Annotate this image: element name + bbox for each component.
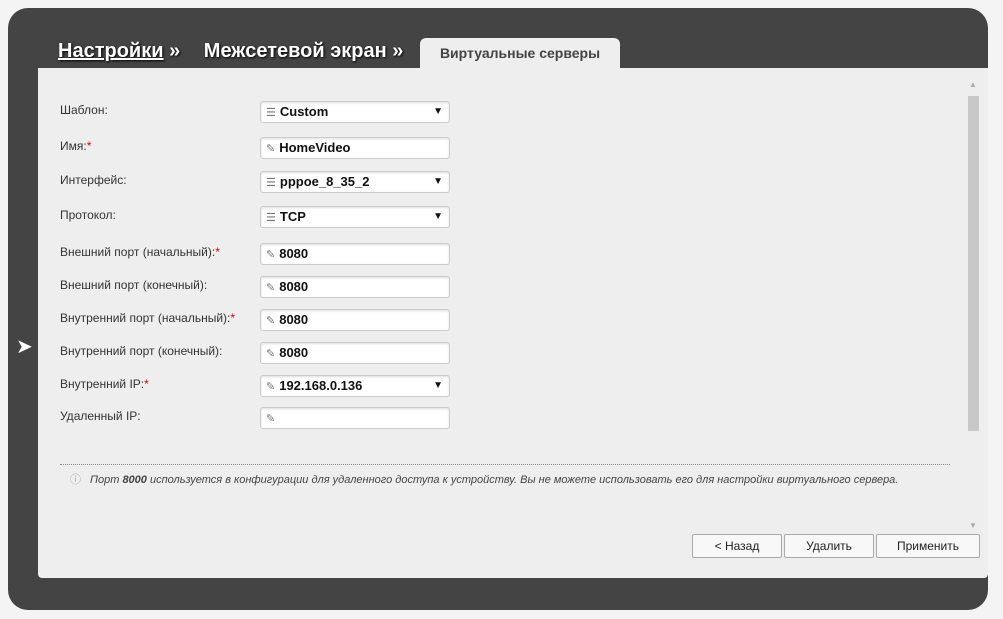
select-input[interactable]: ☰ Custom ▼ xyxy=(260,101,450,123)
list-icon: ☰ xyxy=(266,107,276,119)
divider xyxy=(60,464,950,465)
breadcrumb-separator: » xyxy=(392,40,404,62)
text-input[interactable]: ✎ HomeVideo xyxy=(260,137,450,159)
form-row: Внутренний порт (конечный): ✎ 8080 xyxy=(60,342,480,364)
field-label: Внутренний порт (конечный): xyxy=(60,344,223,358)
field-value: 8080 xyxy=(279,345,309,360)
field-value: 8080 xyxy=(279,279,309,294)
form-row: Протокол: ☰ TCP ▼ xyxy=(60,206,480,228)
scroll-up-icon[interactable]: ▲ xyxy=(969,80,977,89)
chevron-down-icon[interactable]: ▼ xyxy=(433,102,443,122)
select-input[interactable]: ✎ 192.168.0.136 ▼ xyxy=(260,375,450,397)
form-row: Удаленный IP: ✎ xyxy=(60,407,480,429)
text-input[interactable]: ✎ xyxy=(260,407,450,429)
field-value: 8080 xyxy=(279,246,309,261)
pencil-icon: ✎ xyxy=(266,282,276,294)
pencil-icon: ✎ xyxy=(266,381,276,393)
content-panel: ⓘ Порт 8000 используется в конфигурации … xyxy=(38,68,988,578)
text-input[interactable]: ✎ 8080 xyxy=(260,276,450,298)
delete-button[interactable]: Удалить xyxy=(784,534,874,558)
required-marker: * xyxy=(86,139,92,153)
text-input[interactable]: ✎ 8080 xyxy=(260,243,450,265)
field-label: Внешний порт (начальный):* xyxy=(60,245,220,259)
scrollbar[interactable]: ▲ ▼ xyxy=(966,80,980,530)
form-row: Шаблон: ☰ Custom ▼ xyxy=(60,101,480,123)
scroll-down-icon[interactable]: ▼ xyxy=(969,521,977,530)
breadcrumb-firewall[interactable]: Межсетевой экран xyxy=(204,40,387,62)
back-arrow-icon[interactable]: ➤ xyxy=(16,334,33,359)
form-row: Внутренний IP:* ✎ 192.168.0.136 ▼ xyxy=(60,375,480,397)
breadcrumb-separator: » xyxy=(169,40,181,62)
required-marker: * xyxy=(215,245,220,259)
info-icon: ⓘ xyxy=(70,474,81,486)
list-icon: ☰ xyxy=(266,212,276,224)
field-label: Интерфейс: xyxy=(60,173,127,187)
select-input[interactable]: ☰ TCP ▼ xyxy=(260,206,450,228)
field-label: Внутренний IP:* xyxy=(60,377,149,391)
field-value: Custom xyxy=(279,104,329,119)
field-value: pppoe_8_35_2 xyxy=(279,174,370,189)
field-label: Имя:* xyxy=(60,139,92,153)
field-label: Протокол: xyxy=(60,208,116,222)
pencil-icon: ✎ xyxy=(266,348,276,360)
form-row: Внешний порт (конечный): ✎ 8080 xyxy=(60,276,480,298)
text-input[interactable]: ✎ 8080 xyxy=(260,342,450,364)
field-value: TCP xyxy=(279,209,306,224)
pencil-icon: ✎ xyxy=(266,249,276,261)
field-label: Внешний порт (конечный): xyxy=(60,278,208,292)
field-value: HomeVideo xyxy=(279,140,351,155)
field-value: 192.168.0.136 xyxy=(279,378,363,393)
breadcrumb: Настройки » Межсетевой экран » xyxy=(58,40,421,63)
text-input[interactable]: ✎ 8080 xyxy=(260,309,450,331)
field-label: Удаленный IP: xyxy=(60,409,141,423)
apply-button[interactable]: Применить xyxy=(876,534,980,558)
pencil-icon: ✎ xyxy=(266,143,276,155)
select-input[interactable]: ☰ pppoe_8_35_2 ▼ xyxy=(260,171,450,193)
breadcrumb-settings[interactable]: Настройки xyxy=(58,40,164,62)
field-value: 8080 xyxy=(279,312,309,327)
chevron-down-icon[interactable]: ▼ xyxy=(433,376,443,396)
tab-virtual-servers[interactable]: Виртуальные серверы xyxy=(420,38,620,68)
required-marker: * xyxy=(144,377,149,391)
form-row: Интерфейс: ☰ pppoe_8_35_2 ▼ xyxy=(60,171,480,193)
back-button[interactable]: < Назад xyxy=(692,534,782,558)
required-marker: * xyxy=(230,311,236,325)
note-text: используется в конфигурации для удаленно… xyxy=(146,474,899,486)
form-row: Внешний порт (начальный):* ✎ 8080 xyxy=(60,243,480,265)
form-row: Имя:* ✎ HomeVideo xyxy=(60,137,480,159)
info-note: ⓘ Порт 8000 используется в конфигурации … xyxy=(70,470,942,491)
pencil-icon: ✎ xyxy=(266,413,276,425)
field-label: Шаблон: xyxy=(60,103,108,117)
scrollbar-thumb[interactable] xyxy=(968,96,979,431)
pencil-icon: ✎ xyxy=(266,315,276,327)
note-prefix: Порт xyxy=(90,474,123,486)
list-icon: ☰ xyxy=(266,177,276,189)
note-port: 8000 xyxy=(122,474,147,486)
chevron-down-icon[interactable]: ▼ xyxy=(433,172,443,192)
chevron-down-icon[interactable]: ▼ xyxy=(433,207,443,227)
form-row: Внутренний порт (начальный):* ✎ 8080 xyxy=(60,309,480,331)
field-label: Внутренний порт (начальный):* xyxy=(60,311,236,325)
